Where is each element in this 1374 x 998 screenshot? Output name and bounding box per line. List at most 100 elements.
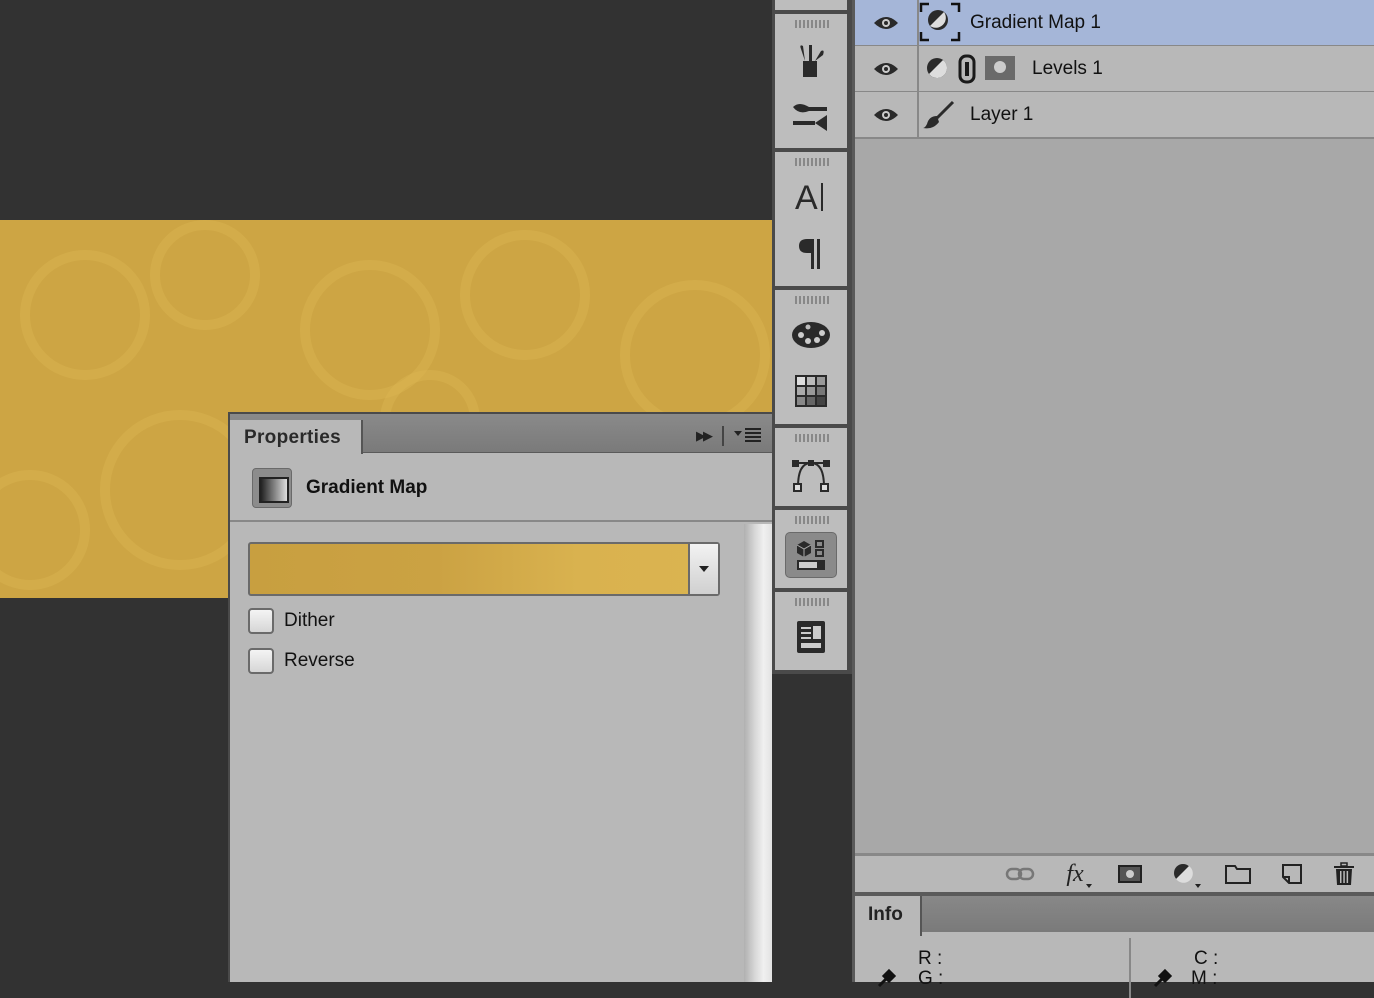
properties-button[interactable] bbox=[785, 532, 837, 578]
paths-icon bbox=[792, 460, 830, 492]
visibility-toggle[interactable] bbox=[855, 46, 919, 91]
dock-group-top bbox=[775, 0, 847, 10]
brush-presets-icon bbox=[800, 45, 824, 77]
link-icon[interactable] bbox=[958, 54, 976, 84]
tab-label: Info bbox=[868, 904, 903, 925]
drag-grip[interactable] bbox=[795, 516, 831, 524]
info-tab-bar: Info bbox=[855, 896, 1374, 936]
properties-icon bbox=[796, 540, 825, 570]
divider bbox=[1129, 938, 1131, 998]
dock-group-paths bbox=[775, 428, 847, 506]
layer-row[interactable]: Levels 1 bbox=[855, 46, 1374, 93]
fx-icon: fx bbox=[1066, 860, 1084, 887]
adjustment-title: Gradient Map bbox=[306, 477, 428, 498]
add-mask-icon bbox=[1118, 865, 1142, 883]
swatches-button[interactable] bbox=[785, 368, 837, 414]
gradient-picker[interactable] bbox=[248, 542, 720, 596]
info-g-label: G : bbox=[918, 968, 944, 989]
delete-layer-button[interactable] bbox=[1329, 862, 1359, 886]
drag-grip[interactable] bbox=[795, 158, 831, 166]
eyedropper-icon bbox=[1153, 968, 1173, 988]
layer-row[interactable]: Layer 1 bbox=[855, 92, 1374, 139]
new-layer-icon bbox=[1282, 864, 1302, 884]
new-adjustment-layer-button[interactable] bbox=[1169, 862, 1201, 888]
new-layer-button[interactable] bbox=[1277, 862, 1307, 886]
brush-panel-icon bbox=[793, 104, 827, 131]
brush-presets-button[interactable] bbox=[785, 38, 837, 84]
pattern-swirl bbox=[460, 230, 590, 360]
notes-button[interactable] bbox=[785, 614, 837, 660]
properties-tab-bar: Properties ▶▶ bbox=[230, 414, 772, 454]
dropdown-arrow bbox=[1086, 884, 1092, 888]
visibility-toggle[interactable] bbox=[855, 92, 919, 137]
panel-menu-icon[interactable] bbox=[734, 426, 762, 444]
tab-label: Properties bbox=[244, 427, 341, 448]
reverse-checkbox[interactable] bbox=[248, 648, 274, 674]
eyedropper-icon bbox=[877, 968, 897, 988]
layers-panel: Gradient Map 1 Levels 1 Layer 1 fx bbox=[852, 0, 1374, 892]
divider bbox=[722, 426, 724, 446]
drag-grip[interactable] bbox=[795, 296, 831, 304]
adjustment-layer-thumbnail[interactable] bbox=[919, 2, 961, 42]
layer-name[interactable]: Layer 1 bbox=[970, 104, 1033, 126]
brush-icon bbox=[923, 100, 955, 129]
pattern-swirl bbox=[20, 250, 150, 380]
mask-shape bbox=[994, 61, 1006, 73]
gradient-dropdown-button[interactable] bbox=[688, 544, 718, 594]
reverse-label: Reverse bbox=[284, 650, 355, 671]
double-arrow-right-icon[interactable]: ▶▶ bbox=[696, 428, 713, 444]
add-mask-button[interactable] bbox=[1115, 862, 1145, 886]
tab-info[interactable]: Info bbox=[855, 896, 922, 936]
info-panel: Info R : G : C : M : bbox=[852, 892, 1374, 998]
swatches-icon bbox=[795, 375, 827, 407]
group-folder-icon bbox=[1225, 865, 1251, 884]
properties-panel: Properties ▶▶ Gradient Map Dither Revers… bbox=[228, 412, 772, 982]
layer-row[interactable]: Gradient Map 1 bbox=[855, 0, 1374, 47]
dock-group-notes bbox=[775, 592, 847, 670]
scrollbar[interactable] bbox=[744, 524, 772, 982]
drag-grip[interactable] bbox=[795, 434, 831, 442]
layer-name[interactable]: Gradient Map 1 bbox=[970, 12, 1101, 34]
character-button[interactable]: A bbox=[785, 174, 837, 220]
link-layers-button[interactable] bbox=[1005, 862, 1035, 886]
dock-group-brushes bbox=[775, 14, 847, 148]
properties-header: Gradient Map bbox=[230, 452, 772, 522]
dither-label: Dither bbox=[284, 610, 335, 631]
dither-checkbox[interactable] bbox=[248, 608, 274, 634]
fx-button[interactable]: fx bbox=[1060, 860, 1092, 888]
layers-footer: fx bbox=[855, 853, 1374, 892]
layer-name[interactable]: Levels 1 bbox=[1032, 58, 1103, 80]
dock-empty-area bbox=[772, 674, 852, 982]
chevron-down-icon bbox=[699, 566, 709, 572]
pattern-swirl bbox=[0, 470, 90, 590]
pattern-swirl bbox=[150, 220, 260, 330]
dock-group-properties bbox=[775, 510, 847, 588]
trash-icon bbox=[1334, 862, 1354, 885]
new-group-button[interactable] bbox=[1223, 862, 1253, 886]
adjustment-layer-icon bbox=[1174, 864, 1193, 883]
adjustment-icon bbox=[927, 58, 947, 78]
gradient-map-icon bbox=[252, 468, 292, 508]
dock-group-color bbox=[775, 290, 847, 424]
layer-mask-thumbnail[interactable] bbox=[985, 56, 1015, 80]
eye-icon bbox=[874, 62, 898, 75]
brush-panel-button[interactable] bbox=[785, 94, 837, 140]
paragraph-icon bbox=[799, 239, 820, 269]
eye-icon bbox=[874, 16, 898, 29]
link-layers-icon bbox=[1005, 867, 1035, 881]
character-icon: A bbox=[795, 179, 823, 217]
dock-group-type: A bbox=[775, 152, 847, 286]
info-c-label: C : bbox=[1194, 948, 1219, 969]
panel-dock: A bbox=[772, 0, 852, 674]
paths-button[interactable] bbox=[785, 450, 837, 496]
info-m-label: M : bbox=[1191, 968, 1218, 989]
drag-grip[interactable] bbox=[795, 598, 831, 606]
eye-icon bbox=[874, 108, 898, 121]
pattern-swirl bbox=[620, 280, 770, 430]
paragraph-button[interactable] bbox=[785, 230, 837, 276]
visibility-toggle[interactable] bbox=[855, 0, 919, 45]
color-button[interactable] bbox=[785, 312, 837, 358]
svg-text:A: A bbox=[795, 179, 818, 217]
tab-properties[interactable]: Properties bbox=[230, 420, 363, 454]
drag-grip[interactable] bbox=[795, 20, 831, 28]
